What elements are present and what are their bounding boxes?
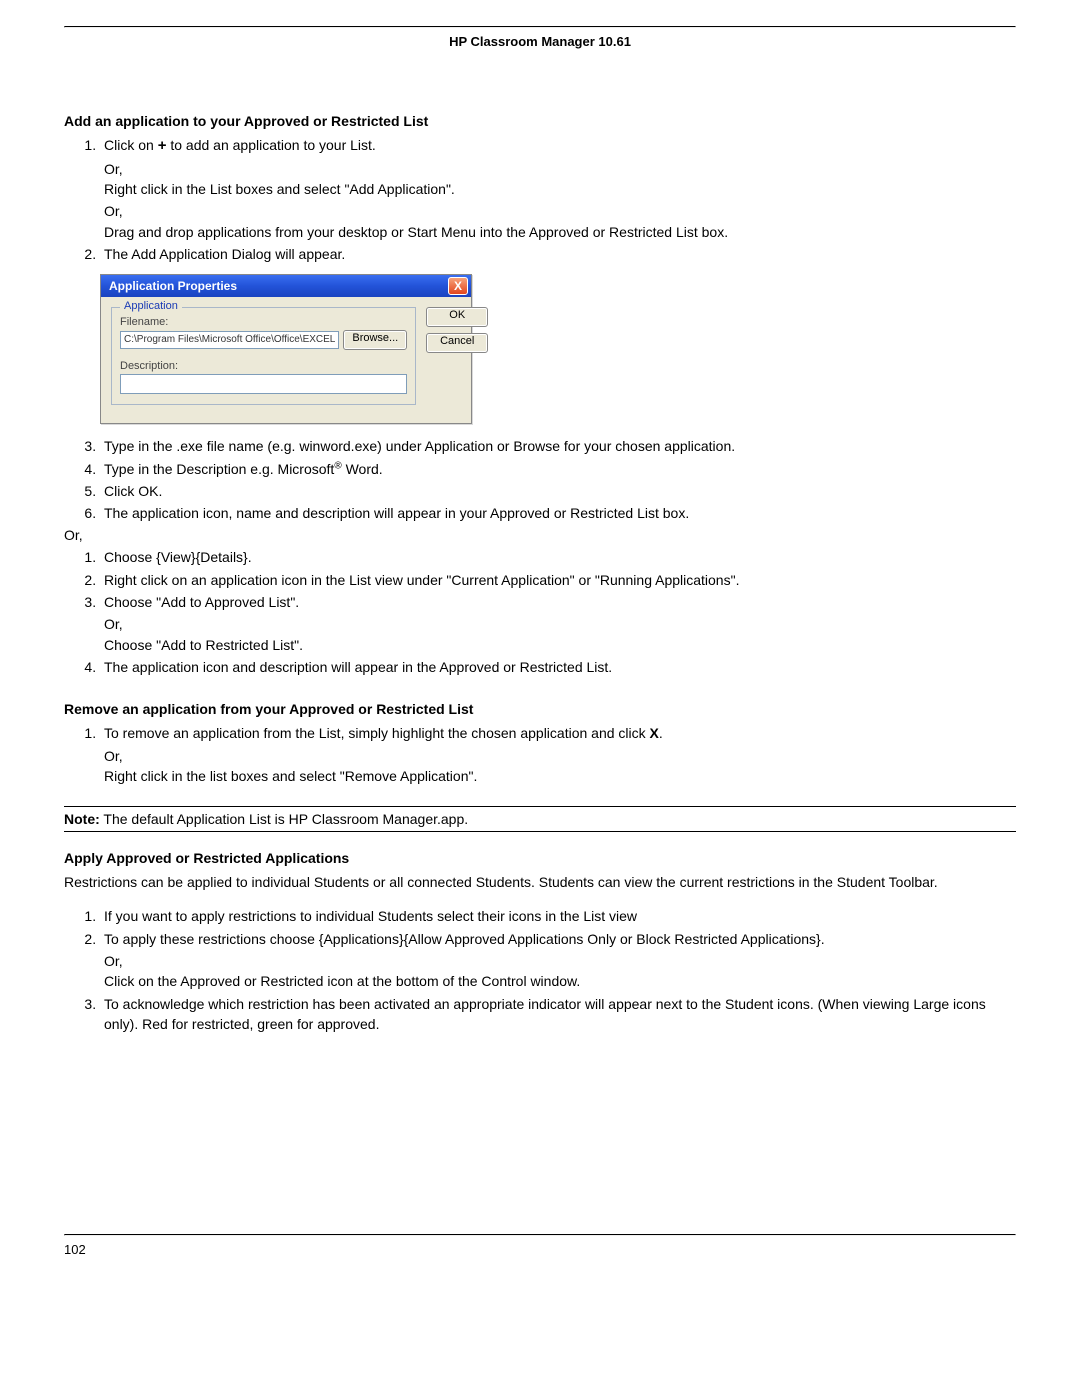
step-subtext: Right click in the List boxes and select…: [104, 179, 1016, 199]
description-input[interactable]: [120, 374, 407, 394]
section1-heading: Add an application to your Approved or R…: [64, 113, 1016, 129]
list-item: Click OK.: [100, 481, 1016, 501]
application-fieldset: Application Filename: C:\Program Files\M…: [111, 307, 416, 405]
description-label: Description:: [120, 360, 407, 372]
list-item: Click on + to add an application to your…: [100, 135, 1016, 242]
or-text: Or,: [104, 614, 1016, 634]
step-text: The application icon, name and descripti…: [104, 505, 689, 521]
x-icon: X: [650, 725, 659, 741]
header-title: HP Classroom Manager 10.61: [64, 28, 1016, 53]
section1-list-a: Click on + to add an application to your…: [64, 135, 1016, 264]
filename-input[interactable]: C:\Program Files\Microsoft Office\Office…: [120, 331, 339, 349]
section1-list-b: Type in the .exe file name (e.g. winword…: [64, 436, 1016, 523]
list-item: Type in the Description e.g. Microsoft® …: [100, 459, 1016, 479]
list-item: Choose {View}{Details}.: [100, 547, 1016, 567]
step-subtext: Drag and drop applications from your des…: [104, 222, 1016, 242]
or-text: Or,: [104, 746, 1016, 766]
note-label: Note:: [64, 811, 100, 827]
or-text: Or,: [104, 159, 1016, 179]
dialog-titlebar: Application Properties X: [101, 275, 471, 297]
section1-list-c: Choose {View}{Details}. Right click on a…: [64, 547, 1016, 677]
step-subtext: Right click in the list boxes and select…: [104, 766, 1016, 786]
document-page: HP Classroom Manager 10.61 Add an applic…: [0, 0, 1080, 1287]
step-subtext: Click on the Approved or Restricted icon…: [104, 971, 1016, 991]
section3-heading: Apply Approved or Restricted Application…: [64, 850, 1016, 866]
list-item: The application icon, name and descripti…: [100, 503, 1016, 523]
list-item: If you want to apply restrictions to ind…: [100, 906, 1016, 926]
list-item: To remove an application from the List, …: [100, 723, 1016, 786]
note-text: The default Application List is HP Class…: [100, 811, 468, 827]
step-text: Click on + to add an application to your…: [104, 137, 376, 153]
section3-intro: Restrictions can be applied to individua…: [64, 872, 1016, 892]
list-item: Right click on an application icon in th…: [100, 570, 1016, 590]
step-text: Type in the .exe file name (e.g. winword…: [104, 438, 735, 454]
list-item: Type in the .exe file name (e.g. winword…: [100, 436, 1016, 456]
dialog-screenshot: Application Properties X Application Fil…: [100, 274, 1016, 424]
filename-label: Filename:: [120, 316, 407, 328]
list-item: The application icon and description wil…: [100, 657, 1016, 677]
step-text: The Add Application Dialog will appear.: [104, 246, 345, 262]
or-text: Or,: [64, 527, 1016, 543]
list-item: Choose "Add to Approved List". Or, Choos…: [100, 592, 1016, 655]
list-item: To acknowledge which restriction has bee…: [100, 994, 1016, 1035]
browse-button[interactable]: Browse...: [343, 330, 407, 350]
close-icon: X: [454, 280, 462, 292]
or-text: Or,: [104, 951, 1016, 971]
step-text: Click OK.: [104, 483, 162, 499]
step-text: The application icon and description wil…: [104, 659, 612, 675]
footer: 102: [64, 1234, 1016, 1257]
registered-mark: ®: [334, 460, 341, 471]
ok-button[interactable]: OK: [426, 307, 488, 327]
dialog-title: Application Properties: [109, 279, 237, 293]
dialog-body: Application Filename: C:\Program Files\M…: [101, 297, 471, 423]
step-text: Choose {View}{Details}.: [104, 549, 252, 565]
dialog-button-column: OK Cancel: [426, 307, 488, 405]
step-text: Type in the Description e.g. Microsoft® …: [104, 461, 383, 477]
close-button[interactable]: X: [448, 277, 468, 295]
section2-heading: Remove an application from your Approved…: [64, 701, 1016, 717]
step-text: If you want to apply restrictions to ind…: [104, 908, 637, 924]
step-subtext: Choose "Add to Restricted List".: [104, 635, 1016, 655]
application-properties-dialog: Application Properties X Application Fil…: [100, 274, 472, 424]
step-text: Choose "Add to Approved List".: [104, 594, 299, 610]
note-bar: Note: The default Application List is HP…: [64, 806, 1016, 832]
section2-list: To remove an application from the List, …: [64, 723, 1016, 786]
list-item: The Add Application Dialog will appear.: [100, 244, 1016, 264]
step-text: To acknowledge which restriction has bee…: [104, 996, 986, 1032]
fieldset-legend: Application: [120, 300, 182, 312]
list-item: To apply these restrictions choose {Appl…: [100, 929, 1016, 992]
step-text: To apply these restrictions choose {Appl…: [104, 931, 825, 947]
step-text: To remove an application from the List, …: [104, 725, 663, 741]
page-number: 102: [64, 1236, 1016, 1257]
or-text: Or,: [104, 201, 1016, 221]
step-text: Right click on an application icon in th…: [104, 572, 739, 588]
section3-list: If you want to apply restrictions to ind…: [64, 906, 1016, 1034]
cancel-button[interactable]: Cancel: [426, 333, 488, 353]
